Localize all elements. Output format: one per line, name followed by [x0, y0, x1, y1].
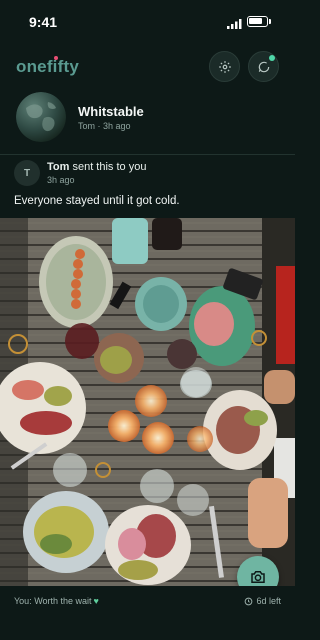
- logo-dot: [54, 56, 58, 60]
- group-meta: Tom · 3h ago: [78, 121, 131, 131]
- sender-time: 3h ago: [47, 175, 75, 185]
- battery-cap: [269, 19, 271, 24]
- reply-text[interactable]: You: Worth the wait ♥: [14, 596, 99, 606]
- divider: [0, 154, 295, 155]
- status-bar: 9:41: [0, 0, 295, 44]
- time-left: 6d left: [244, 596, 281, 606]
- group-header[interactable]: Whitstable Tom · 3h ago: [16, 92, 279, 142]
- settings-button[interactable]: [209, 51, 240, 82]
- sender-name: Tom: [47, 161, 70, 173]
- post-photo[interactable]: [0, 218, 295, 586]
- battery-icon: [247, 16, 268, 27]
- chat-bubble-icon: [258, 61, 269, 72]
- signal-icon: [227, 19, 242, 29]
- post-caption: Everyone stayed until it got cold.: [14, 195, 180, 207]
- group-avatar-globe: [16, 92, 66, 142]
- app-logo-text: onefifty: [16, 57, 79, 76]
- group-name: Whitstable: [78, 104, 144, 119]
- app-logo: onefifty: [16, 56, 79, 77]
- heart-icon: ♥: [93, 596, 99, 606]
- post-footer: You: Worth the wait ♥ 6d left: [0, 586, 295, 640]
- sender-action: sent this to you: [69, 161, 147, 173]
- sender-row: T Tom sent this to you 3h ago: [14, 160, 281, 186]
- clock-icon: [245, 597, 253, 605]
- reply-message: You: Worth the wait: [14, 596, 92, 606]
- sender-line: Tom sent this to you: [47, 161, 146, 173]
- camera-icon: [251, 571, 265, 583]
- notification-dot: [269, 55, 275, 61]
- sender-avatar[interactable]: T: [14, 160, 40, 186]
- chat-button[interactable]: [248, 51, 279, 82]
- time-left-text: 6d left: [256, 596, 281, 606]
- settings-icon: [218, 60, 231, 73]
- status-time: 9:41: [29, 14, 58, 30]
